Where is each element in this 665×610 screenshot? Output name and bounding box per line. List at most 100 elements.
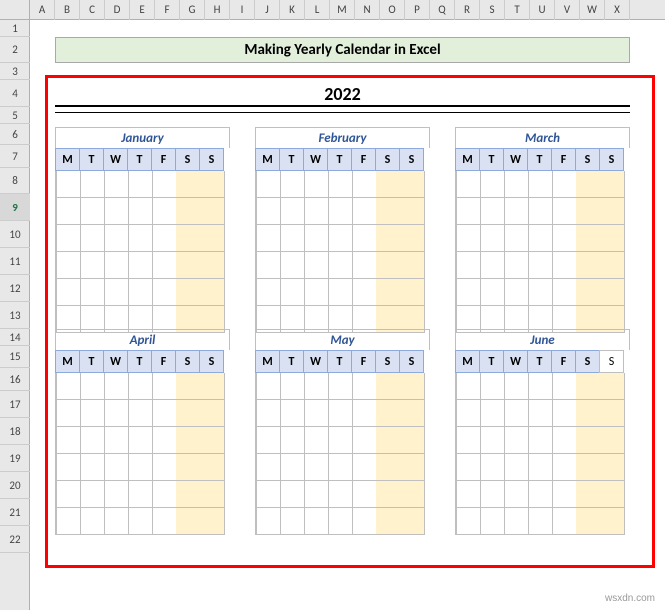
day-cell[interactable] xyxy=(352,279,377,306)
day-cell[interactable] xyxy=(552,171,577,198)
day-cell-weekend[interactable] xyxy=(200,373,225,400)
day-cell[interactable] xyxy=(528,252,553,279)
day-cell[interactable] xyxy=(56,454,81,481)
day-cell[interactable] xyxy=(56,198,81,225)
day-cell-weekend[interactable] xyxy=(400,279,425,306)
col-header[interactable]: V xyxy=(555,0,580,20)
day-cell[interactable] xyxy=(504,225,529,252)
day-cell[interactable] xyxy=(552,427,577,454)
col-header[interactable]: N xyxy=(355,0,380,20)
day-cell-weekend[interactable] xyxy=(200,427,225,454)
col-header[interactable]: A xyxy=(30,0,55,20)
day-cell-weekend[interactable] xyxy=(176,373,201,400)
day-cell[interactable] xyxy=(352,171,377,198)
day-cell[interactable] xyxy=(80,481,105,508)
col-header[interactable]: X xyxy=(605,0,630,20)
col-header[interactable]: Q xyxy=(430,0,455,20)
col-header[interactable]: M xyxy=(330,0,355,20)
day-cell[interactable] xyxy=(552,225,577,252)
row-header[interactable]: 16 xyxy=(0,368,30,391)
day-cell[interactable] xyxy=(56,427,81,454)
day-cell[interactable] xyxy=(456,481,481,508)
day-cell[interactable] xyxy=(104,508,129,535)
day-cell[interactable] xyxy=(152,252,177,279)
day-cell[interactable] xyxy=(328,171,353,198)
day-cell[interactable] xyxy=(352,481,377,508)
day-cell[interactable] xyxy=(256,252,281,279)
day-cell[interactable] xyxy=(256,373,281,400)
day-cell-weekend[interactable] xyxy=(600,481,625,508)
day-cell[interactable] xyxy=(128,279,153,306)
day-cell[interactable] xyxy=(456,373,481,400)
day-cell[interactable] xyxy=(256,427,281,454)
row-header[interactable]: 17 xyxy=(0,391,30,418)
day-cell-weekend[interactable] xyxy=(576,481,601,508)
day-cell[interactable] xyxy=(328,198,353,225)
day-cell-weekend[interactable] xyxy=(200,508,225,535)
day-cell[interactable] xyxy=(456,427,481,454)
day-cell[interactable] xyxy=(480,171,505,198)
day-cell[interactable] xyxy=(328,225,353,252)
day-cell[interactable] xyxy=(104,225,129,252)
day-cell[interactable] xyxy=(304,225,329,252)
day-cell-weekend[interactable] xyxy=(400,171,425,198)
col-header[interactable]: D xyxy=(105,0,130,20)
day-cell[interactable] xyxy=(504,508,529,535)
col-header[interactable]: I xyxy=(230,0,255,20)
day-cell[interactable] xyxy=(280,279,305,306)
day-cell-weekend[interactable] xyxy=(200,198,225,225)
day-cell[interactable] xyxy=(528,400,553,427)
day-cell[interactable] xyxy=(56,373,81,400)
day-cell[interactable] xyxy=(552,373,577,400)
row-header[interactable]: 19 xyxy=(0,445,30,472)
day-cell[interactable] xyxy=(280,373,305,400)
day-cell-weekend[interactable] xyxy=(200,279,225,306)
day-cell-weekend[interactable] xyxy=(376,427,401,454)
day-cell[interactable] xyxy=(480,454,505,481)
day-cell[interactable] xyxy=(304,481,329,508)
day-cell[interactable] xyxy=(456,454,481,481)
day-cell[interactable] xyxy=(152,454,177,481)
day-cell-weekend[interactable] xyxy=(400,481,425,508)
day-cell[interactable] xyxy=(128,225,153,252)
day-cell[interactable] xyxy=(328,400,353,427)
row-header[interactable]: 21 xyxy=(0,499,30,526)
day-cell[interactable] xyxy=(104,481,129,508)
day-cell[interactable] xyxy=(456,279,481,306)
row-header[interactable]: 3 xyxy=(0,63,30,80)
day-cell[interactable] xyxy=(256,508,281,535)
day-cell[interactable] xyxy=(552,198,577,225)
col-header[interactable]: U xyxy=(530,0,555,20)
day-cell-weekend[interactable] xyxy=(576,225,601,252)
day-cell-weekend[interactable] xyxy=(176,198,201,225)
row-header[interactable]: 5 xyxy=(0,107,30,124)
row-header[interactable]: 20 xyxy=(0,472,30,499)
day-cell[interactable] xyxy=(56,279,81,306)
day-cell-weekend[interactable] xyxy=(576,279,601,306)
row-header[interactable]: 15 xyxy=(0,346,30,368)
day-cell[interactable] xyxy=(128,373,153,400)
day-cell[interactable] xyxy=(504,373,529,400)
day-cell[interactable] xyxy=(256,454,281,481)
day-cell-weekend[interactable] xyxy=(400,454,425,481)
day-cell[interactable] xyxy=(480,427,505,454)
row-header[interactable]: 6 xyxy=(0,124,30,145)
day-cell[interactable] xyxy=(528,454,553,481)
day-cell[interactable] xyxy=(280,252,305,279)
day-cell-weekend[interactable] xyxy=(200,252,225,279)
day-cell[interactable] xyxy=(480,198,505,225)
day-cell-weekend[interactable] xyxy=(400,225,425,252)
day-cell[interactable] xyxy=(352,427,377,454)
day-cell[interactable] xyxy=(56,481,81,508)
day-cell-weekend[interactable] xyxy=(600,373,625,400)
day-cell-weekend[interactable] xyxy=(400,252,425,279)
day-cell[interactable] xyxy=(280,454,305,481)
day-cell[interactable] xyxy=(56,508,81,535)
day-cell[interactable] xyxy=(480,373,505,400)
day-cell[interactable] xyxy=(456,508,481,535)
day-cell-weekend[interactable] xyxy=(176,454,201,481)
day-cell-weekend[interactable] xyxy=(400,427,425,454)
day-cell-weekend[interactable] xyxy=(376,454,401,481)
day-cell[interactable] xyxy=(128,481,153,508)
day-cell[interactable] xyxy=(352,400,377,427)
